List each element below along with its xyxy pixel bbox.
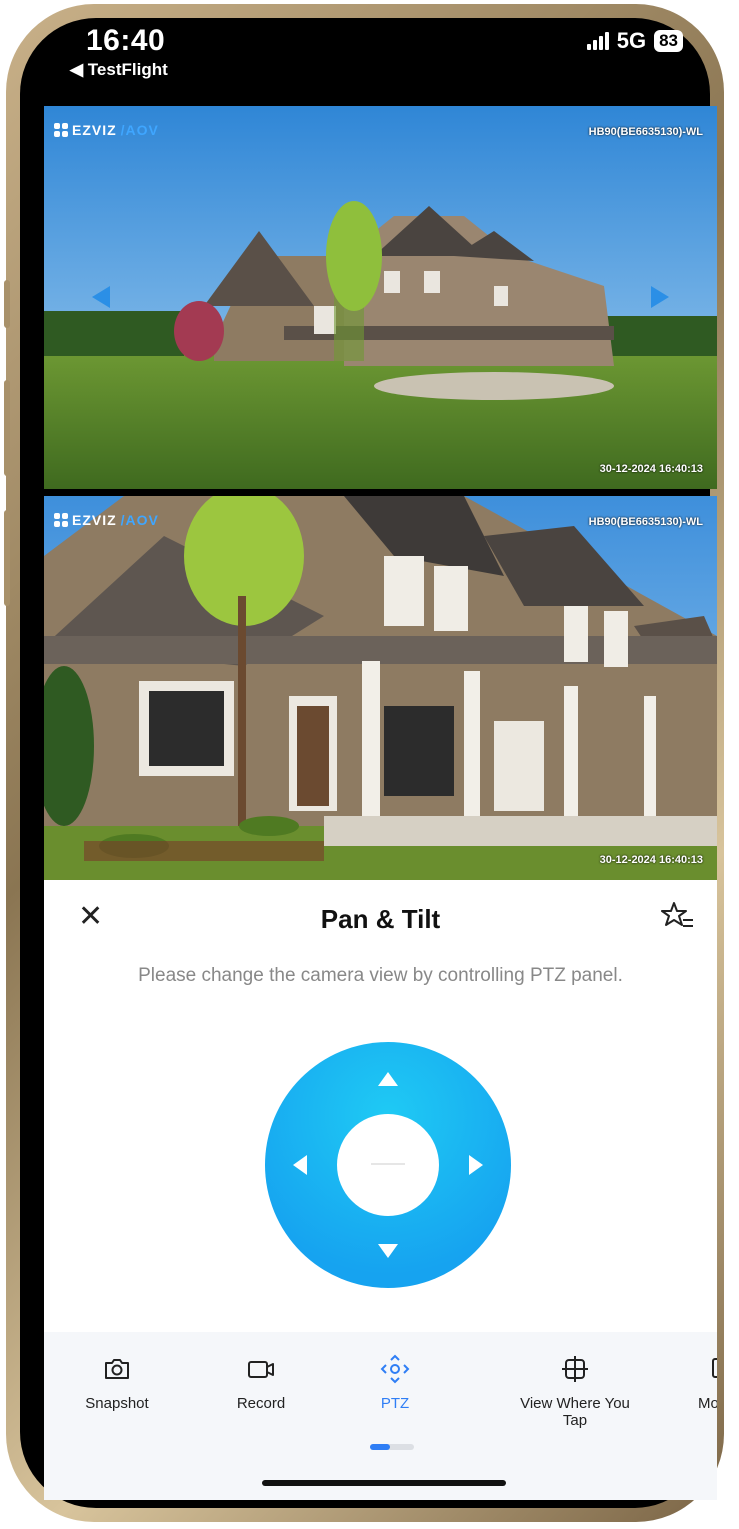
video-record-icon: [248, 1361, 274, 1378]
bottom-toolbar: Snapshot Record PTZ View Where You Tap M…: [44, 1332, 717, 1500]
camera-view-zoomed[interactable]: EZVIZ/AOV HB90(BE6635130)-WL 30-12-2024 …: [44, 496, 717, 880]
tilt-down-icon[interactable]: [378, 1244, 398, 1258]
record-button[interactable]: Record: [206, 1354, 316, 1412]
network-type: 5G: [616, 28, 647, 53]
camera-icon: [105, 1359, 129, 1379]
ptz-label: PTZ: [380, 1395, 410, 1412]
previous-arrow-icon[interactable]: [92, 286, 110, 308]
monitor-button[interactable]: Mon: [654, 1354, 717, 1412]
silent-switch: [4, 280, 10, 328]
crosshair-icon: [562, 1356, 588, 1382]
timestamp-label: 30-12-2024 16:40:13: [599, 463, 703, 475]
snapshot-label: Snapshot: [85, 1395, 149, 1412]
tilt-up-icon[interactable]: [378, 1072, 398, 1086]
toolbar-page-indicator: [370, 1444, 414, 1450]
ezviz-logo-icon: [54, 123, 68, 137]
snapshot-button[interactable]: Snapshot: [62, 1354, 172, 1412]
brand-logo: EZVIZ/AOV: [54, 512, 159, 528]
ezviz-logo-icon: [54, 513, 68, 527]
status-time: 16:40: [86, 24, 166, 57]
home-indicator[interactable]: [262, 1480, 506, 1486]
brand-suffix: /AOV: [120, 122, 159, 138]
ptz-button[interactable]: PTZ: [340, 1354, 450, 1412]
brand-logo: EZVIZ/AOV: [54, 122, 159, 138]
volume-up-button: [4, 380, 10, 476]
brand-name: EZVIZ: [72, 512, 117, 528]
pan-left-icon[interactable]: [293, 1155, 307, 1175]
view-where-you-tap-button[interactable]: View Where You Tap: [520, 1354, 630, 1429]
ptz-center-knob[interactable]: [337, 1114, 439, 1216]
device-id-label: HB90(BE6635130)-WL: [588, 126, 703, 138]
favorite-list-icon[interactable]: [661, 900, 695, 934]
brand-name: EZVIZ: [72, 122, 117, 138]
house-zoomed-image: [44, 496, 717, 880]
monitor-icon: [712, 1358, 717, 1378]
ptz-instructions: Please change the camera view by control…: [138, 965, 623, 986]
volume-down-button: [4, 510, 10, 606]
next-arrow-icon[interactable]: [651, 286, 669, 308]
ptz-icon: [380, 1354, 410, 1384]
brand-suffix: /AOV: [120, 512, 159, 528]
house-wide-image: [44, 106, 717, 489]
battery-level: 83: [654, 30, 683, 52]
sheet-title: Pan & Tilt: [320, 904, 441, 934]
back-to-app-link[interactable]: ◀ TestFlight: [70, 60, 168, 80]
record-label: Record: [236, 1395, 286, 1412]
signal-icon: [586, 32, 609, 50]
status-indicators: 5G 83: [586, 28, 683, 54]
timestamp-label: 30-12-2024 16:40:13: [599, 854, 703, 866]
monitor-label: Mon: [698, 1395, 717, 1412]
camera-view-wide[interactable]: EZVIZ/AOV HB90(BE6635130)-WL 30-12-2024 …: [44, 106, 717, 489]
device-id-label: HB90(BE6635130)-WL: [588, 516, 703, 528]
pan-right-icon[interactable]: [469, 1155, 483, 1175]
ptz-control-pad[interactable]: [265, 1042, 511, 1288]
view-where-you-tap-label: View Where You Tap: [520, 1395, 630, 1429]
pan-tilt-sheet: ✕ Pan & Tilt Please change the camera vi…: [44, 880, 717, 1500]
